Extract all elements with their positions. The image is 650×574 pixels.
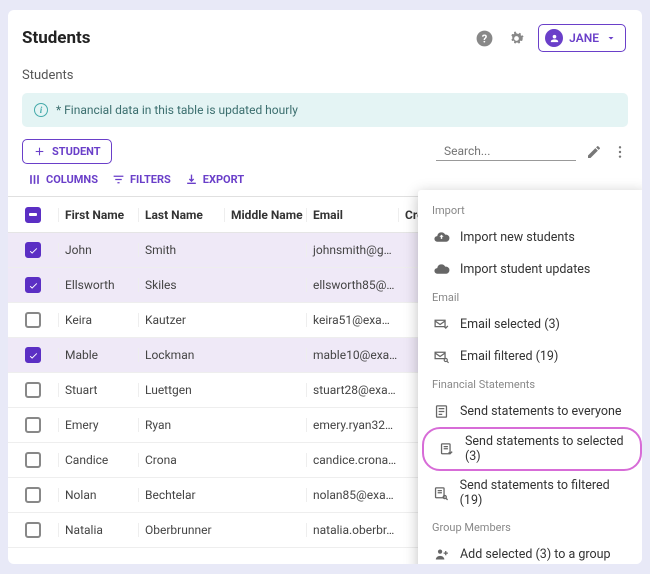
cell-email: nolan85@exa… — [306, 488, 398, 502]
cell-last-name: Bechtelar — [138, 488, 224, 502]
export-button[interactable]: EXPORT — [181, 171, 248, 188]
col-first-name[interactable]: First Name — [58, 208, 138, 222]
cloud-upload-icon — [432, 228, 450, 246]
cell-last-name: Smith — [138, 243, 224, 257]
cell-email: stuart28@exa… — [306, 383, 398, 397]
row-checkbox[interactable] — [25, 347, 41, 363]
cell-first-name: Emery — [58, 418, 138, 432]
export-icon — [185, 173, 198, 186]
filter-icon — [112, 173, 125, 186]
statement-search-icon — [432, 484, 450, 502]
dd-email-selected[interactable]: Email selected (3) — [418, 308, 642, 340]
dd-fs-filtered[interactable]: Send statements to filtered (19) — [418, 471, 642, 515]
dd-fs-label: Financial Statements — [418, 372, 642, 395]
dd-gm-add-selected[interactable]: Add selected (3) to a group — [418, 538, 642, 564]
cell-last-name: Ryan — [138, 418, 224, 432]
cell-last-name: Crona — [138, 453, 224, 467]
user-name: JANE — [569, 31, 599, 45]
row-checkbox[interactable] — [25, 277, 41, 293]
cell-last-name: Lockman — [138, 348, 224, 362]
breadcrumb: Students — [8, 62, 642, 93]
row-checkbox[interactable] — [25, 487, 41, 503]
search-input[interactable] — [444, 144, 600, 158]
edit-icon[interactable] — [586, 144, 602, 160]
cell-last-name: Kautzer — [138, 313, 224, 327]
col-last-name[interactable]: Last Name — [138, 208, 224, 222]
cell-email: johnsmith@g… — [306, 243, 398, 257]
info-icon: i — [34, 103, 48, 117]
select-all-checkbox[interactable] — [25, 207, 41, 223]
filters-button[interactable]: FILTERS — [108, 171, 175, 188]
cell-first-name: Natalia — [58, 523, 138, 537]
chevron-down-icon — [605, 32, 617, 44]
add-student-button[interactable]: STUDENT — [22, 139, 112, 164]
row-checkbox[interactable] — [25, 522, 41, 538]
cell-first-name: Ellsworth — [58, 278, 138, 292]
dd-import-updates[interactable]: Import student updates — [418, 253, 642, 285]
col-middle-name[interactable]: Middle Name — [224, 208, 306, 222]
cell-email: candice.crona… — [306, 453, 398, 467]
cell-last-name: Skiles — [138, 278, 224, 292]
row-checkbox[interactable] — [25, 452, 41, 468]
cell-first-name: Candice — [58, 453, 138, 467]
cell-last-name: Luettgen — [138, 383, 224, 397]
info-banner: i * Financial data in this table is upda… — [22, 93, 628, 127]
row-checkbox[interactable] — [25, 417, 41, 433]
dd-fs-selected[interactable]: Send statements to selected (3) — [422, 427, 642, 471]
cell-email: mable10@exa… — [306, 348, 398, 362]
statement-check-icon — [438, 440, 455, 458]
avatar-icon — [545, 29, 563, 47]
statement-icon — [432, 402, 450, 420]
email-check-icon — [432, 315, 450, 333]
actions-dropdown: Import Import new students Import studen… — [418, 190, 642, 564]
dd-fs-everyone[interactable]: Send statements to everyone — [418, 395, 642, 427]
cell-first-name: Keira — [58, 313, 138, 327]
columns-button[interactable]: COLUMNS — [24, 171, 102, 188]
plus-icon — [33, 145, 46, 158]
cell-first-name: Nolan — [58, 488, 138, 502]
row-checkbox[interactable] — [25, 242, 41, 258]
page-title: Students — [22, 28, 474, 48]
add-student-label: STUDENT — [52, 145, 101, 158]
columns-icon — [28, 173, 41, 186]
row-checkbox[interactable] — [25, 312, 41, 328]
user-menu[interactable]: JANE — [538, 24, 626, 52]
svg-text:?: ? — [481, 32, 487, 45]
help-icon[interactable]: ? — [474, 28, 494, 48]
dd-import-new[interactable]: Import new students — [418, 221, 642, 253]
more-icon[interactable] — [612, 144, 628, 160]
cell-email: natalia.oberbr… — [306, 523, 398, 537]
cell-last-name: Oberbrunner — [138, 523, 224, 537]
cell-email: ellsworth85@… — [306, 278, 398, 292]
user-plus-icon — [432, 545, 450, 563]
info-banner-text: * Financial data in this table is update… — [56, 103, 298, 117]
dd-email-label: Email — [418, 285, 642, 308]
cell-first-name: John — [58, 243, 138, 257]
col-email[interactable]: Email — [306, 208, 398, 222]
row-checkbox[interactable] — [25, 382, 41, 398]
gear-icon[interactable] — [506, 28, 526, 48]
cell-email: keira51@exa… — [306, 313, 398, 327]
cell-first-name: Mable — [58, 348, 138, 362]
dd-import-label: Import — [418, 198, 642, 221]
cloud-sync-icon — [432, 260, 450, 278]
email-search-icon — [432, 347, 450, 365]
dd-email-filtered[interactable]: Email filtered (19) — [418, 340, 642, 372]
cell-email: emery.ryan32… — [306, 418, 398, 432]
cell-first-name: Stuart — [58, 383, 138, 397]
search-input-wrap[interactable] — [436, 142, 576, 161]
dd-gm-label: Group Members — [418, 515, 642, 538]
